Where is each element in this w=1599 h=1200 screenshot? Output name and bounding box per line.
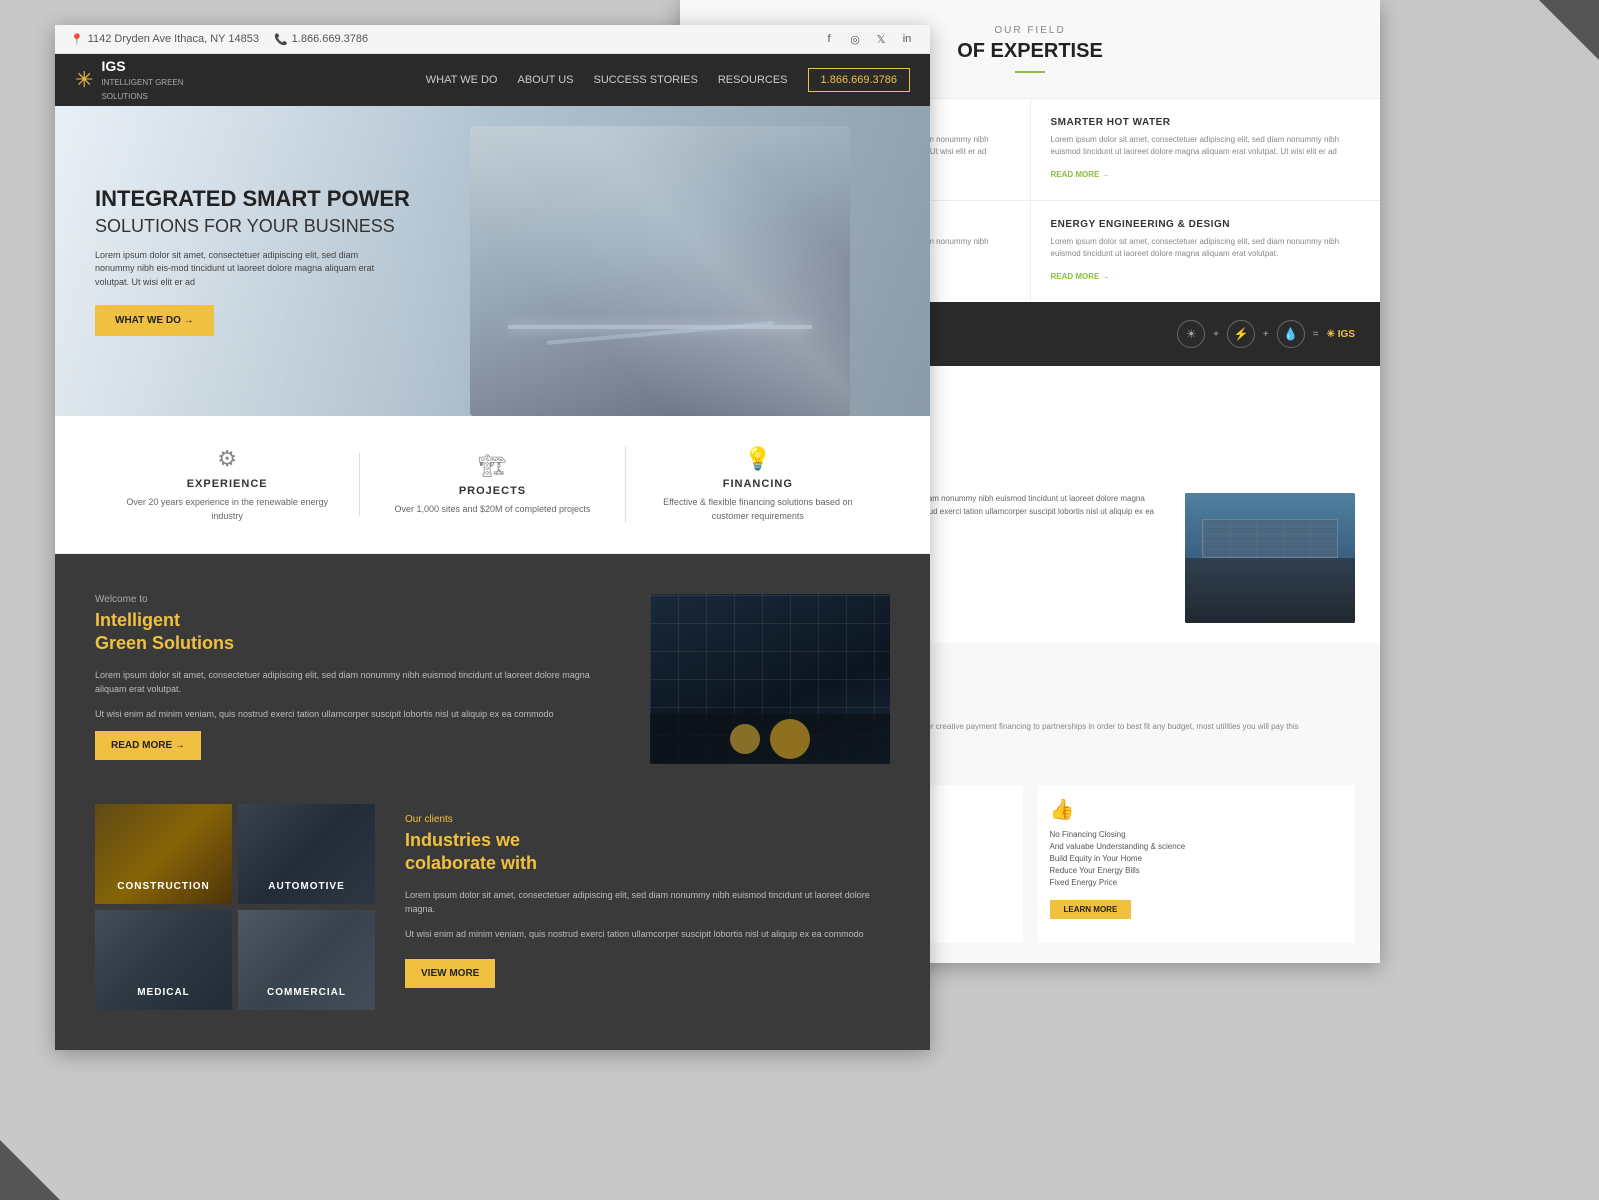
- industries-para-1: Lorem ipsum dolor sit amet, consectetuer…: [405, 888, 890, 917]
- stat-projects-title: PROJECTS: [380, 485, 604, 497]
- hero-content: INTEGRATED SMART POWER SOLUTIONS FOR YOU…: [55, 186, 450, 337]
- welcome-label: Welcome to: [95, 594, 620, 605]
- solar-building-visual: [1185, 493, 1355, 623]
- igs-ppa-card: 👍 No Financing Closing And valuabe Under…: [1038, 785, 1356, 943]
- formula-item-1: ☀: [1177, 320, 1205, 348]
- read-more-button[interactable]: READ MORE →: [95, 731, 201, 760]
- about-para-1: Lorem ipsum dolor sit amet, consectetuer…: [95, 668, 620, 697]
- phone-text: 1.866.669.3786: [292, 33, 368, 45]
- igs-ppa-item-4: Reduce Your Energy Bills: [1050, 866, 1344, 875]
- stat-projects-text: Over 1,000 sites and $20M of completed p…: [380, 503, 604, 517]
- instagram-icon[interactable]: ◎: [847, 31, 863, 47]
- stat-experience: ⚙ EXPERIENCE Over 20 years experience in…: [95, 446, 359, 523]
- formula-logo: ✳ IGS: [1327, 329, 1355, 340]
- industry-construction[interactable]: CONSTRUCTION: [95, 804, 232, 904]
- stat-financing-text: Effective & flexible financing solutions…: [646, 496, 870, 523]
- industry-automotive[interactable]: AUTOMOTIVE: [238, 804, 375, 904]
- nav-what-we-do[interactable]: WHAT WE DO: [426, 74, 498, 86]
- energy-engineering-title: ENERGY ENGINEERING & DESIGN: [1051, 219, 1361, 230]
- address-info: 📍 1142 Dryden Ave Ithaca, NY 14853: [70, 33, 259, 46]
- commercial-label: COMMERCIAL: [267, 987, 346, 1010]
- medical-label: MEDICAL: [137, 987, 190, 1010]
- about-para-2: Ut wisi enim ad minim veniam, quis nostr…: [95, 707, 620, 721]
- industries-section: CONSTRUCTION AUTOMOTIVE MEDICAL COMMERCI…: [55, 804, 930, 1050]
- nav-resources[interactable]: RESOURCES: [718, 74, 788, 86]
- view-more-button[interactable]: VIEW MORE: [405, 959, 495, 988]
- solar-panel-visual: [650, 594, 890, 764]
- construction-label: CONSTRUCTION: [117, 881, 210, 904]
- industry-commercial[interactable]: COMMERCIAL: [238, 910, 375, 1010]
- energy-engineering-link[interactable]: READ MORE →: [1051, 272, 1110, 281]
- stat-financing: 💡 FINANCING Effective & flexible financi…: [625, 446, 890, 523]
- financing-icon: 💡: [646, 446, 870, 472]
- logo: ✳ IGS INTELLIGENT GREENSOLUTIONS: [75, 57, 184, 104]
- formula-equals: =: [1313, 329, 1319, 340]
- stat-experience-title: EXPERIENCE: [115, 478, 339, 490]
- social-links: f ◎ 𝕏 in: [821, 31, 915, 47]
- formula-item-2: ⚡: [1227, 320, 1255, 348]
- formula-plus-1: +: [1213, 329, 1219, 340]
- expertise-energy-engineering: ENERGY ENGINEERING & DESIGN Lorem ipsum …: [1031, 201, 1381, 302]
- industries-para-2: Ut wisi enim ad minim veniam, quis nostr…: [405, 927, 890, 941]
- corner-decoration-top: [1539, 0, 1599, 60]
- hot-water-text: Lorem ipsum dolor sit amet, consectetuer…: [1051, 134, 1361, 158]
- phone-icon: 📞: [274, 33, 288, 46]
- linkedin-icon[interactable]: in: [899, 31, 915, 47]
- automotive-label: AUTOMOTIVE: [268, 881, 344, 904]
- hot-water-title: SMARTER HOT WATER: [1051, 117, 1361, 128]
- industries-title: Industries we colaborate with: [405, 829, 890, 876]
- top-info-bar: 📍 1142 Dryden Ave Ithaca, NY 14853 📞 1.8…: [55, 25, 930, 54]
- igs-ppa-item-3: Build Equity in Your Home: [1050, 854, 1344, 863]
- stat-financing-title: FINANCING: [646, 478, 870, 490]
- igs-ppa-item-2: And valuabe Understanding & science: [1050, 842, 1344, 851]
- about-text: Welcome to Intelligent Green Solutions L…: [95, 594, 620, 760]
- one-solution-formula: ☀ + ⚡ + 💧 = ✳ IGS: [1177, 320, 1355, 348]
- industries-grid: CONSTRUCTION AUTOMOTIVE MEDICAL COMMERCI…: [95, 804, 375, 1010]
- formula-plus-2: +: [1263, 329, 1269, 340]
- logo-icon: ✳: [75, 67, 93, 93]
- nav-success-stories[interactable]: SUCCESS STORIES: [594, 74, 698, 86]
- energy-engineering-text: Lorem ipsum dolor sit amet, consectetuer…: [1051, 236, 1361, 260]
- nav-phone-button[interactable]: 1.866.669.3786: [808, 68, 910, 92]
- main-nav: ✳ IGS INTELLIGENT GREENSOLUTIONS WHAT WE…: [55, 54, 930, 106]
- stat-projects: 🏗 PROJECTS Over 1,000 sites and $20M of …: [359, 453, 624, 517]
- about-section: Welcome to Intelligent Green Solutions L…: [55, 554, 930, 804]
- nav-about-us[interactable]: ABOUT US: [517, 74, 573, 86]
- process-image: [1185, 493, 1355, 623]
- experience-icon: ⚙: [115, 446, 339, 472]
- phone-info: 📞 1.866.669.3786: [274, 33, 368, 46]
- stats-bar: ⚙ EXPERIENCE Over 20 years experience in…: [55, 416, 930, 554]
- hero-image: [470, 126, 850, 416]
- igs-ppa-icon: 👍: [1050, 797, 1344, 822]
- stat-experience-text: Over 20 years experience in the renewabl…: [115, 496, 339, 523]
- hero-cta-button[interactable]: WHAT WE DO →: [95, 305, 214, 336]
- our-clients-label: Our clients: [405, 814, 890, 825]
- facebook-icon[interactable]: f: [821, 31, 837, 47]
- corner-decoration-bottom: [0, 1140, 60, 1200]
- logo-text: IGS INTELLIGENT GREENSOLUTIONS: [101, 57, 183, 104]
- igs-ppa-item-1: No Financing Closing: [1050, 830, 1344, 839]
- hero-subtitle: SOLUTIONS FOR YOUR BUSINESS: [95, 216, 410, 237]
- hero-body-text: Lorem ipsum dolor sit amet, consectetuer…: [95, 249, 375, 290]
- projects-icon: 🏗: [380, 453, 604, 479]
- main-browser-window: 📍 1142 Dryden Ave Ithaca, NY 14853 📞 1.8…: [55, 25, 930, 1050]
- expertise-hot-water: SMARTER HOT WATER Lorem ipsum dolor sit …: [1031, 99, 1381, 200]
- nav-links: WHAT WE DO ABOUT US SUCCESS STORIES RESO…: [426, 68, 910, 92]
- company-name: Intelligent Green Solutions: [95, 609, 620, 656]
- formula-item-3: 💧: [1277, 320, 1305, 348]
- igs-ppa-item-5: Fixed Energy Price: [1050, 878, 1344, 887]
- contact-info: 📍 1142 Dryden Ave Ithaca, NY 14853 📞 1.8…: [70, 33, 368, 46]
- igs-ppa-learn-more-button[interactable]: LEARN MORE: [1050, 900, 1132, 919]
- address-text: 1142 Dryden Ave Ithaca, NY 14853: [88, 33, 259, 45]
- hero-title: INTEGRATED SMART POWER: [95, 186, 410, 212]
- twitter-icon[interactable]: 𝕏: [873, 31, 889, 47]
- industry-medical[interactable]: MEDICAL: [95, 910, 232, 1010]
- hot-water-link[interactable]: READ MORE →: [1051, 170, 1110, 179]
- industries-text: Our clients Industries we colaborate wit…: [405, 804, 890, 1010]
- hero-section: INTEGRATED SMART POWER SOLUTIONS FOR YOU…: [55, 106, 930, 416]
- solar-panel-image: [650, 594, 890, 764]
- location-icon: 📍: [70, 33, 84, 46]
